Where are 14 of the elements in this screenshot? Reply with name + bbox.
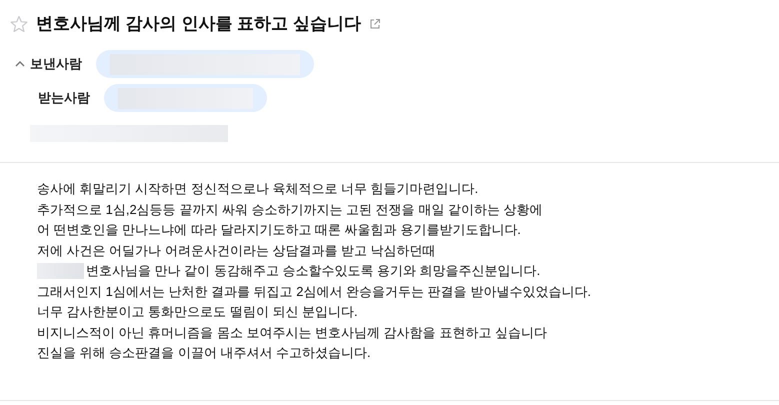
body-text: 추가적으로 1심,2심등등 끝까지 싸워 승소하기까지는 고된 전쟁을 매일 같이하는 상황에 xyxy=(37,200,543,218)
body-text: 너무 감사한분이고 통화만으로도 떨림이 되신 분입니다. xyxy=(37,303,358,321)
star-icon[interactable] xyxy=(10,14,28,32)
field-label: 받는사람 xyxy=(38,89,91,107)
body-text: 저에 사건은 어딜가나 어려운사건이라는 상담결과를 받고 낙심하던때 xyxy=(37,242,436,260)
body-text: 그래서인지 1심에서는 난처한 결과를 뒤집고 2심에서 완승을거두는 판결을 받아낼수있었습니다. xyxy=(37,282,591,300)
field-label: 보낸사람 xyxy=(30,55,83,73)
body-text: 어 떤변호인을 만나느냐에 따라 달라지기도하고 때론 싸울힘과 용기를받기도합니다. xyxy=(37,221,521,239)
body-text: 변호사님을 만나 같이 동감해주고 승소할수있도록 용기와 희망을주신분입니다. xyxy=(86,262,540,280)
body-text: 비지니스적이 아닌 휴머니즘을 몸소 보여주시는 변호사님께 감사함을 표현하고 싶습니다 xyxy=(37,324,547,342)
external-link-icon[interactable] xyxy=(368,18,381,30)
body-text: 진실을 위해 승소판결을 이끌어 내주셔서 수고하셨습니다. xyxy=(37,344,371,362)
email-subject: 변호사님께 감사의 인사를 표하고 싶습니다 xyxy=(36,13,361,35)
body-text: 송사에 휘말리기 시작하면 정신적으로나 육체적으로 너무 힘들기마련입니다. xyxy=(37,180,478,198)
